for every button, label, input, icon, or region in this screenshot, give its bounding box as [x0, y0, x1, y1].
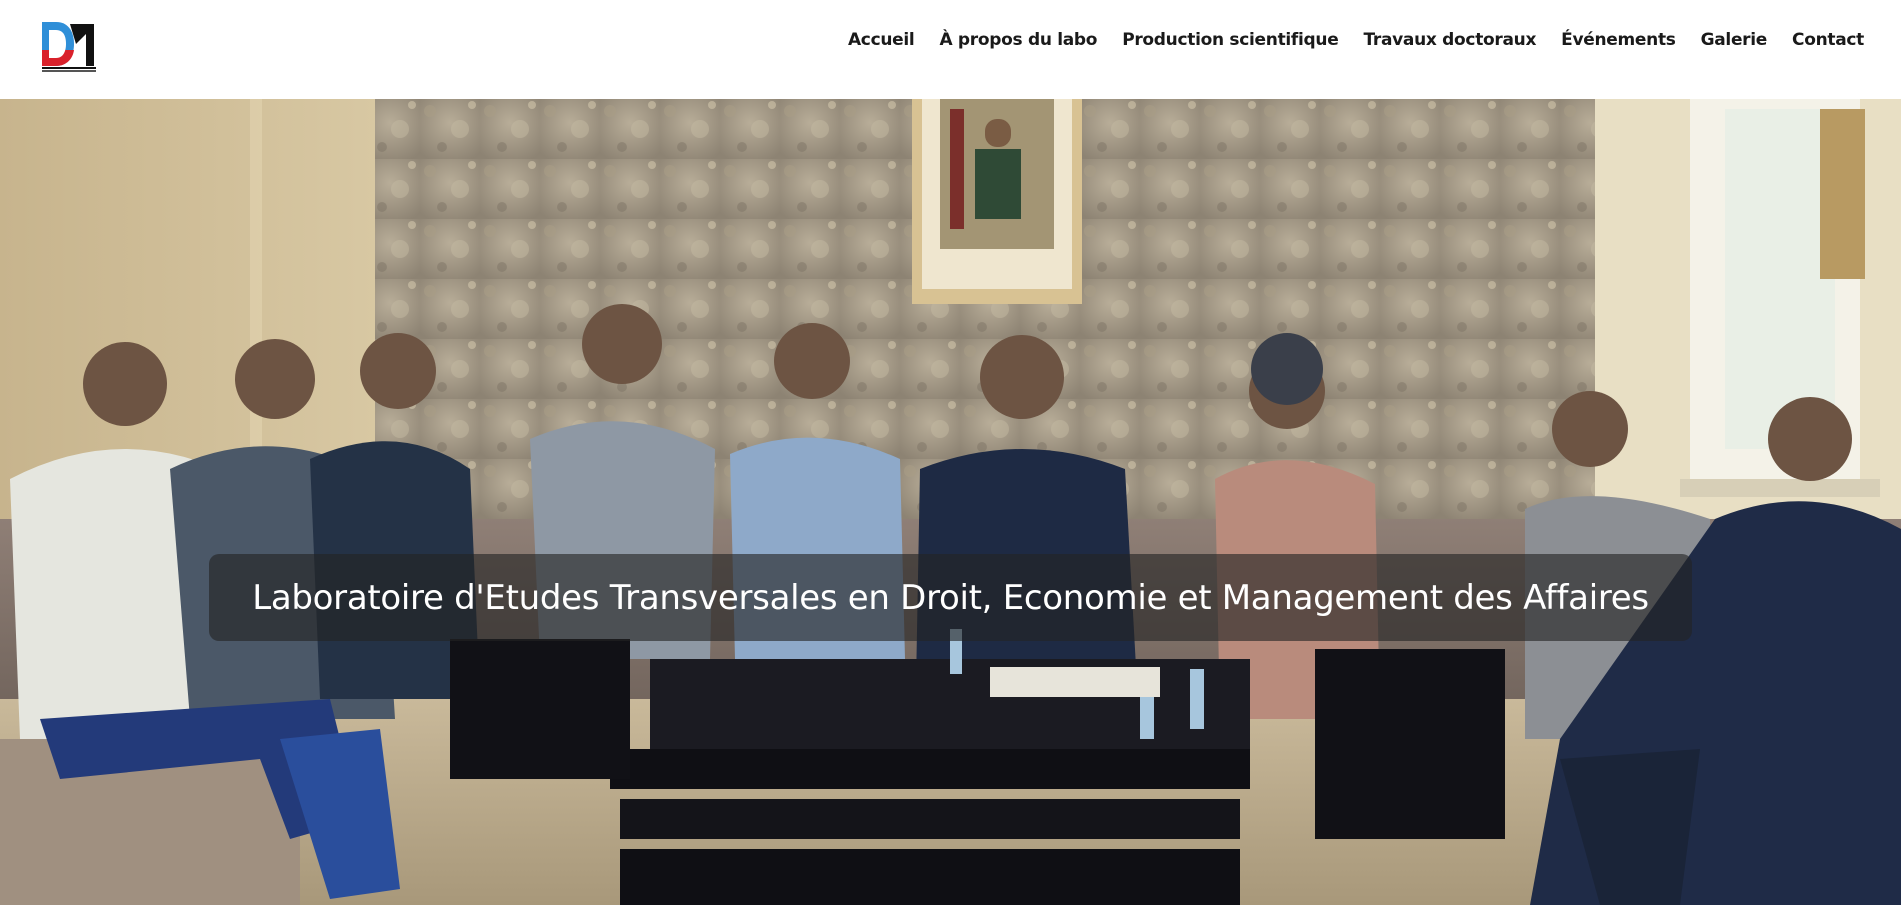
hero-section: Laboratoire d'Etudes Transversales en Dr…: [0, 99, 1901, 905]
nav-item-travaux-doctoraux[interactable]: Travaux doctoraux: [1363, 28, 1536, 52]
nav-item-production-scientifique[interactable]: Production scientifique: [1122, 28, 1339, 52]
nav-item-galerie[interactable]: Galerie: [1701, 28, 1768, 52]
site-header: Accueil À propos du labo Production scie…: [0, 0, 1901, 99]
nav-item-evenements[interactable]: Événements: [1561, 28, 1676, 52]
lab-logo-icon[interactable]: [40, 20, 98, 74]
hero-title: Laboratoire d'Etudes Transversales en Dr…: [252, 577, 1649, 618]
main-nav: Accueil À propos du labo Production scie…: [848, 28, 1864, 52]
hero-title-banner: Laboratoire d'Etudes Transversales en Dr…: [209, 554, 1692, 641]
nav-item-a-propos[interactable]: À propos du labo: [939, 28, 1097, 52]
nav-item-contact[interactable]: Contact: [1792, 28, 1864, 52]
hero-photo: [0, 99, 1901, 905]
nav-item-accueil[interactable]: Accueil: [848, 28, 915, 52]
